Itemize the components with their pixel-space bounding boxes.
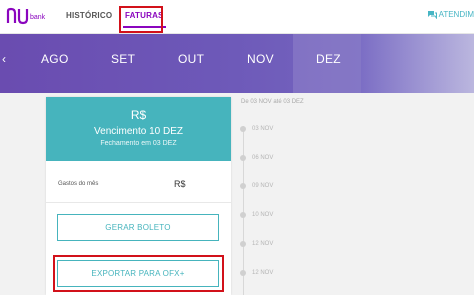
- card-divider: [46, 202, 231, 203]
- tab-historico[interactable]: HISTÓRICO: [66, 11, 112, 20]
- transactions-range: De 03 NOV até 03 DEZ: [241, 99, 304, 105]
- generate-boleto-button[interactable]: GERAR BOLETO: [57, 214, 219, 241]
- chat-icon: [427, 11, 437, 19]
- month-out[interactable]: OUT: [178, 52, 204, 66]
- timeline-entry[interactable]: 10 NOV: [240, 212, 273, 218]
- timeline-dot: [240, 126, 246, 132]
- timeline-entry[interactable]: 12 NOV: [240, 270, 273, 276]
- timeline-dot: [240, 241, 246, 247]
- month-selector: ‹ AGO SET OUT NOV DEZ: [0, 34, 474, 93]
- monthly-spend-value: R$: [174, 179, 186, 189]
- timeline-date: 10 NOV: [252, 212, 274, 218]
- timeline-date: 06 NOV: [252, 155, 274, 161]
- timeline-date: 09 NOV: [252, 183, 274, 189]
- month-set[interactable]: SET: [111, 52, 135, 66]
- bill-due-date: Vencimento 10 DEZ: [94, 126, 183, 137]
- month-nov[interactable]: NOV: [247, 52, 274, 66]
- export-ofx-highlight-box: [53, 255, 224, 292]
- future-months-fade: [361, 34, 474, 93]
- chevron-left-icon[interactable]: ‹: [2, 52, 6, 66]
- atendimento-link[interactable]: ATENDIM: [427, 10, 474, 19]
- timeline-entry[interactable]: 06 NOV: [240, 155, 273, 161]
- timeline-date: 12 NOV: [252, 241, 274, 247]
- bill-amount: R$: [130, 108, 147, 122]
- timeline-date: 12 NOV: [252, 270, 274, 276]
- timeline-entry[interactable]: 12 NOV: [240, 241, 273, 247]
- nu-logo-icon: [6, 7, 29, 25]
- monthly-spend-label: Gastos do mês: [58, 181, 99, 187]
- logo-wordmark: bank: [30, 14, 46, 21]
- month-dez[interactable]: DEZ: [316, 52, 341, 66]
- timeline-dot: [240, 212, 246, 218]
- timeline-dot: [240, 155, 246, 161]
- timeline-entry[interactable]: 03 NOV: [240, 126, 273, 132]
- timeline-dot: [240, 183, 246, 189]
- timeline-entry[interactable]: 09 NOV: [240, 183, 273, 189]
- bill-summary-header: R$ Vencimento 10 DEZ Fechamento em 03 DE…: [46, 97, 231, 161]
- faturas-highlight-box: [119, 6, 163, 33]
- month-ago[interactable]: AGO: [41, 52, 69, 66]
- atendimento-label: ATENDIM: [438, 10, 474, 19]
- timeline-dot: [240, 270, 246, 276]
- nubank-logo[interactable]: bank: [6, 7, 46, 27]
- timeline-date: 03 NOV: [252, 126, 274, 132]
- top-navigation: bank HISTÓRICO FATURAS ATENDIM: [0, 0, 474, 34]
- bill-closing-date: Fechamento em 03 DEZ: [100, 140, 177, 147]
